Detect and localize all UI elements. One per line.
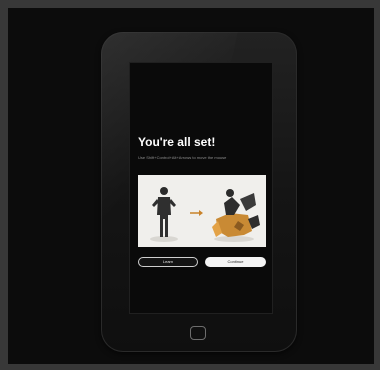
tablet-device: You're all set! Use Shift+Control+Alt+Ar…: [101, 32, 297, 352]
tablet-screen: You're all set! Use Shift+Control+Alt+Ar…: [129, 62, 273, 314]
standing-figure-icon: [152, 187, 176, 237]
left-figure-shadow: [150, 236, 178, 242]
illustration-graphic: [150, 187, 260, 242]
subtext: Use Shift+Control+Alt+Arrows to move the…: [138, 155, 227, 160]
headline: You're all set!: [138, 135, 216, 149]
sitting-figure-icon: [212, 189, 260, 237]
continue-button[interactable]: Continue: [205, 257, 266, 267]
right-figure-shadow: [214, 236, 254, 242]
learn-button[interactable]: Learn: [138, 257, 198, 267]
image-frame: You're all set! Use Shift+Control+Alt+Ar…: [8, 8, 374, 364]
arrow-right-icon: [190, 210, 203, 216]
onboarding-illustration: [138, 175, 266, 247]
home-button[interactable]: [190, 326, 206, 340]
